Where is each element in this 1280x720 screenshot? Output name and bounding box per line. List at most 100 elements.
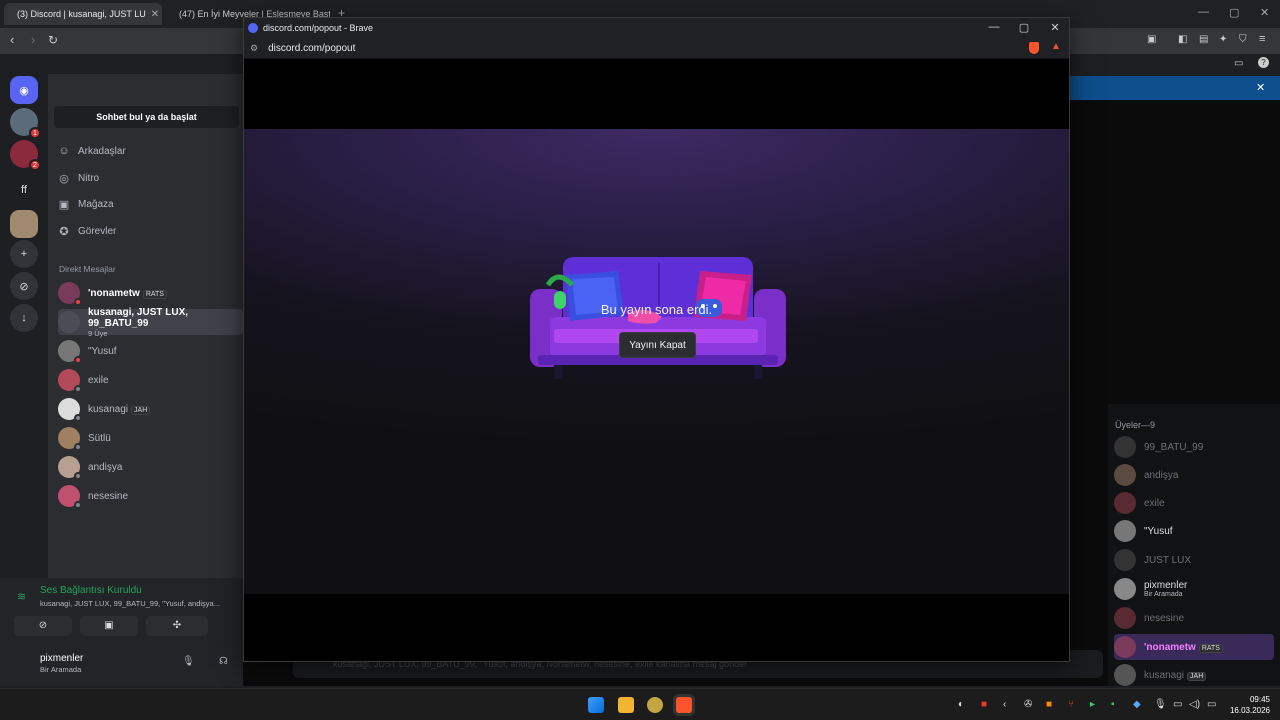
minimize-icon[interactable]: — (1198, 6, 1209, 18)
dm-section-header: Direkt Mesajlar (59, 264, 116, 274)
sidebar-icon[interactable]: ◧ (1178, 34, 1187, 45)
member-item[interactable]: 'nonametw RATS (1114, 634, 1274, 660)
forward-icon[interactable]: › (31, 32, 35, 47)
tray-app-icon[interactable]: ◐ (958, 699, 964, 710)
file-explorer-icon[interactable] (618, 697, 634, 713)
dm-item[interactable]: 'nonametw RATS (58, 280, 243, 306)
tray-app-icon[interactable]: ▸ (1090, 699, 1095, 710)
member-item[interactable]: andişya (1114, 462, 1274, 488)
extension-icon[interactable]: ▣ (1147, 34, 1156, 45)
server-ff[interactable]: ff (10, 176, 38, 204)
dm-item[interactable]: "Yusuf (58, 338, 243, 364)
brave-rewards-icon[interactable]: ▲ (1051, 41, 1061, 52)
activities-button[interactable]: ✣ (146, 616, 208, 636)
microphone-icon[interactable]: 🎙 (182, 656, 195, 667)
discord-home-icon[interactable]: ◉ (10, 76, 38, 104)
minimize-icon[interactable]: — (984, 21, 1004, 33)
maximize-icon[interactable]: ▢ (1229, 6, 1239, 19)
member-item[interactable]: "Yusuf (1114, 518, 1274, 544)
windows-taskbar: ◐ ■ ‹ ✇ ■ ⑂ ▸ ▪ ◆ 🎙 ▭ ◁) ▭ 09:45 16.03.2… (0, 688, 1280, 720)
member-name: 'nonametw (1144, 641, 1196, 653)
tray-app-icon[interactable]: ▪ (1111, 699, 1115, 710)
member-name: "Yusuf (1144, 525, 1173, 537)
wallet-icon[interactable]: ▤ (1199, 34, 1208, 45)
member-item[interactable]: JUST LUX (1114, 547, 1274, 573)
avatar (58, 282, 82, 306)
add-server-icon[interactable]: + (10, 240, 38, 268)
nav-label: Görevler (78, 226, 117, 237)
server-avatar-2[interactable]: 2 (10, 140, 41, 171)
leo-icon[interactable]: ✦ (1219, 34, 1227, 45)
network-icon[interactable]: ▭ (1173, 699, 1182, 710)
voice-channel: kusanagi, JUST LUX, 99_BATU_99, "Yusuf, … (40, 599, 220, 608)
member-item[interactable]: nesesine (1114, 605, 1274, 631)
nav-friends[interactable]: ☺ Arkadaşlar (58, 145, 125, 157)
member-item[interactable]: kusanagi JAH (1114, 662, 1274, 688)
help-icon[interactable]: ? (1258, 57, 1269, 68)
back-icon[interactable]: ‹ (10, 32, 14, 47)
tray-app-icon[interactable]: ■ (1046, 699, 1052, 710)
brave-shield-icon[interactable] (1029, 42, 1039, 54)
dm-name: kusanagi (88, 403, 129, 415)
nav-nitro[interactable]: ◎ Nitro (58, 172, 99, 185)
tray-app-icon[interactable]: ■ (981, 699, 987, 710)
screen-share-button[interactable]: ▣ (80, 616, 138, 636)
avatar (1114, 664, 1136, 686)
signal-icon: ≋ (17, 591, 27, 603)
search-input[interactable]: Sohbet bul ya da başlat (54, 106, 239, 128)
dm-item[interactable]: nesesine (58, 483, 243, 509)
friends-icon: ☺ (58, 145, 70, 157)
member-list: Üyeler—9 99_BATU_99 andişya exile "Yusuf… (1108, 404, 1280, 686)
close-banner-icon[interactable]: ✕ (1256, 81, 1265, 94)
site-info-icon[interactable]: ⚙ (250, 43, 258, 54)
inbox-icon[interactable]: ▭ (1234, 58, 1243, 69)
server-avatar-3[interactable] (10, 210, 38, 238)
dm-item[interactable]: andişya (58, 454, 243, 480)
microphone-icon[interactable]: 🎙 (1154, 699, 1167, 710)
dm-item[interactable]: kusanagi, JUST LUX, 99_BATU_99 9 Üye (58, 307, 243, 338)
tray-app-icon[interactable]: ✇ (1024, 699, 1032, 710)
brave-icon[interactable] (676, 697, 692, 713)
shield-icon[interactable]: ⛉ (1239, 34, 1247, 45)
nav-shop[interactable]: ▣ Mağaza (58, 198, 114, 211)
server-avatar-1[interactable]: 1 (10, 108, 41, 139)
dm-item[interactable]: Sütlü (58, 425, 243, 451)
dm-item[interactable]: exile (58, 367, 243, 393)
avatar (1114, 492, 1136, 514)
user-status: Bir Aramada (40, 665, 82, 674)
close-window-icon[interactable]: ✕ (1260, 6, 1269, 19)
reload-icon[interactable]: ↻ (48, 33, 58, 47)
maximize-icon[interactable]: ▢ (1014, 21, 1034, 34)
guild-tag: JAH (1187, 671, 1207, 681)
close-window-icon[interactable]: ✕ (1045, 21, 1065, 34)
avatar (1114, 578, 1136, 600)
members-header: Üyeler—9 (1115, 420, 1156, 430)
tray-app-icon[interactable]: ⑂ (1068, 699, 1074, 710)
tab-discord[interactable]: (3) Discord | kusanagi, JUST LU ✕ (4, 3, 162, 25)
member-item[interactable]: pixmenler Bir Aramada (1114, 576, 1274, 602)
nav-quests[interactable]: ✪ Görevler (58, 225, 116, 238)
url-field[interactable]: discord.com/popout (268, 43, 355, 54)
member-item[interactable]: 99_BATU_99 (1114, 434, 1274, 460)
volume-icon[interactable]: ◁) (1189, 699, 1200, 710)
dm-item[interactable]: kusanagi JAH (58, 396, 243, 422)
explore-icon[interactable]: ⊘ (10, 272, 38, 300)
clock[interactable]: 09:45 16.03.2026 (1230, 694, 1270, 716)
notification-badge: 2 (29, 159, 41, 171)
voice-status[interactable]: Ses Bağlantısı Kuruldu (40, 585, 142, 596)
close-stream-button[interactable]: Yayını Kapat (619, 332, 696, 358)
avatar (58, 340, 82, 364)
discord-favicon-icon (248, 23, 258, 33)
camera-off-button[interactable]: ⊘ (14, 616, 72, 636)
menu-icon[interactable]: ≡ (1259, 33, 1265, 45)
app-icon[interactable] (647, 697, 663, 713)
tray-app-icon[interactable]: ‹ (1003, 699, 1006, 710)
dm-name: 'nonametw (88, 287, 140, 299)
download-icon[interactable]: ↓ (10, 304, 38, 332)
member-item[interactable]: exile (1114, 490, 1274, 516)
headphones-icon[interactable]: ☊ (219, 656, 228, 667)
start-icon[interactable] (588, 697, 604, 713)
close-tab-icon[interactable]: ✕ (151, 9, 159, 20)
battery-icon[interactable]: ▭ (1207, 699, 1216, 710)
tray-app-icon[interactable]: ◆ (1133, 699, 1141, 710)
